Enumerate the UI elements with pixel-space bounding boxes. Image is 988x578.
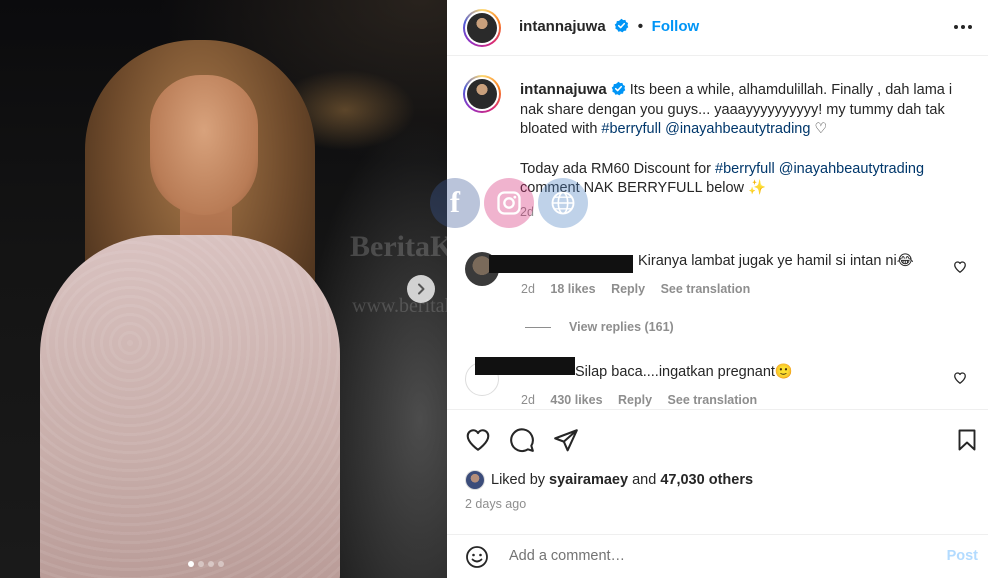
comment-text: Silap baca....ingatkan pregnant xyxy=(575,364,775,380)
heart-emoji: ♡ xyxy=(814,121,828,137)
carousel-dot xyxy=(218,561,224,567)
reply-button[interactable]: Reply xyxy=(618,393,652,407)
likes-summary: Liked by syairamaey and 47,030 others xyxy=(465,470,753,490)
like-heart-icon[interactable] xyxy=(465,427,491,453)
mention-link[interactable]: @inayahbeautytrading xyxy=(665,121,810,137)
verified-badge-icon xyxy=(611,81,625,96)
post-date: 2 days ago xyxy=(465,497,527,511)
image-subject-face xyxy=(150,75,258,215)
replies-divider xyxy=(525,326,551,328)
caption-text: Today ada RM60 Discount for xyxy=(520,160,716,177)
verified-badge-icon xyxy=(614,18,629,33)
post-details-panel: intannajuwa • Follow intannajuwa Its bee… xyxy=(447,0,988,578)
carousel-indicator xyxy=(188,561,224,567)
image-watermark-url: www.beritakopak.com xyxy=(352,295,447,317)
comment-bubble-icon[interactable] xyxy=(509,427,535,453)
image-subject-dress xyxy=(40,235,340,578)
hashtag-link[interactable]: #berryfull xyxy=(715,161,775,177)
post-header: intannajuwa • Follow xyxy=(447,0,988,56)
see-translation-button[interactable]: See translation xyxy=(668,393,758,407)
author-username[interactable]: intannajuwa xyxy=(519,18,606,35)
carousel-dot xyxy=(208,561,214,567)
liker-avatar[interactable] xyxy=(465,470,485,490)
follow-button[interactable]: Follow xyxy=(652,18,700,35)
share-send-icon[interactable] xyxy=(553,427,579,453)
sparkle-emoji: ✨ xyxy=(748,180,767,196)
chevron-right-icon xyxy=(418,283,425,295)
comment-age: 2d xyxy=(521,282,535,296)
likes-mid: and xyxy=(632,472,657,488)
like-comment-heart-icon[interactable] xyxy=(953,371,967,385)
caption-age: 2d xyxy=(520,204,534,219)
comment-likes[interactable]: 430 likes xyxy=(550,393,602,407)
redacted-username xyxy=(475,357,575,375)
comment-input[interactable]: Add a comment… xyxy=(509,548,625,564)
post-comment-button[interactable]: Post xyxy=(947,548,978,564)
hashtag-link[interactable]: #berryfull xyxy=(601,121,661,137)
likes-prefix: Liked by xyxy=(491,472,546,488)
more-options-icon[interactable] xyxy=(952,16,974,38)
caption-username[interactable]: intannajuwa xyxy=(520,81,607,98)
comment-likes[interactable]: 18 likes xyxy=(550,282,595,296)
comment-age: 2d xyxy=(521,393,535,407)
see-translation-button[interactable]: See translation xyxy=(661,282,751,296)
carousel-next-button[interactable] xyxy=(407,275,435,303)
liker-username[interactable]: syairamaey xyxy=(549,472,628,488)
image-watermark: BeritaKopak xyxy=(350,230,447,263)
comment-item: Silap baca....ingatkan pregnant🙂 2d 430 … xyxy=(465,357,975,410)
header-separator: • xyxy=(637,18,644,35)
like-comment-heart-icon[interactable] xyxy=(953,260,967,274)
caption-text: comment NAK BERRYFULL below xyxy=(520,180,749,196)
emoji-picker-icon[interactable] xyxy=(465,545,489,569)
redacted-username xyxy=(489,255,633,273)
laugh-emoji: 😂 xyxy=(896,253,914,269)
view-replies-label: View replies (161) xyxy=(569,320,674,334)
smile-emoji: 🙂 xyxy=(774,364,793,380)
mention-link[interactable]: @inayahbeautytrading xyxy=(779,161,924,177)
likes-others-link[interactable]: 47,030 others xyxy=(660,472,753,488)
post-caption: intannajuwa Its been a while, alhamdulil… xyxy=(520,80,970,222)
comment-text: Kiranya lambat jugak ye hamil si intan n… xyxy=(638,253,897,269)
save-bookmark-icon[interactable] xyxy=(955,427,979,453)
reply-button[interactable]: Reply xyxy=(611,282,645,296)
caption-author-avatar[interactable] xyxy=(463,75,501,113)
add-comment-bar: Add a comment… Post xyxy=(447,534,988,578)
comment-item: Kiranya lambat jugak ye hamil si intan n… xyxy=(465,250,975,310)
view-replies-button[interactable]: View replies (161) xyxy=(525,320,674,334)
author-avatar[interactable] xyxy=(463,9,501,47)
post-image[interactable]: BeritaKopak www.beritakopak.com xyxy=(0,0,447,578)
carousel-dot xyxy=(198,561,204,567)
carousel-dot xyxy=(188,561,194,567)
post-actions-section: Liked by syairamaey and 47,030 others 2 … xyxy=(447,409,988,534)
